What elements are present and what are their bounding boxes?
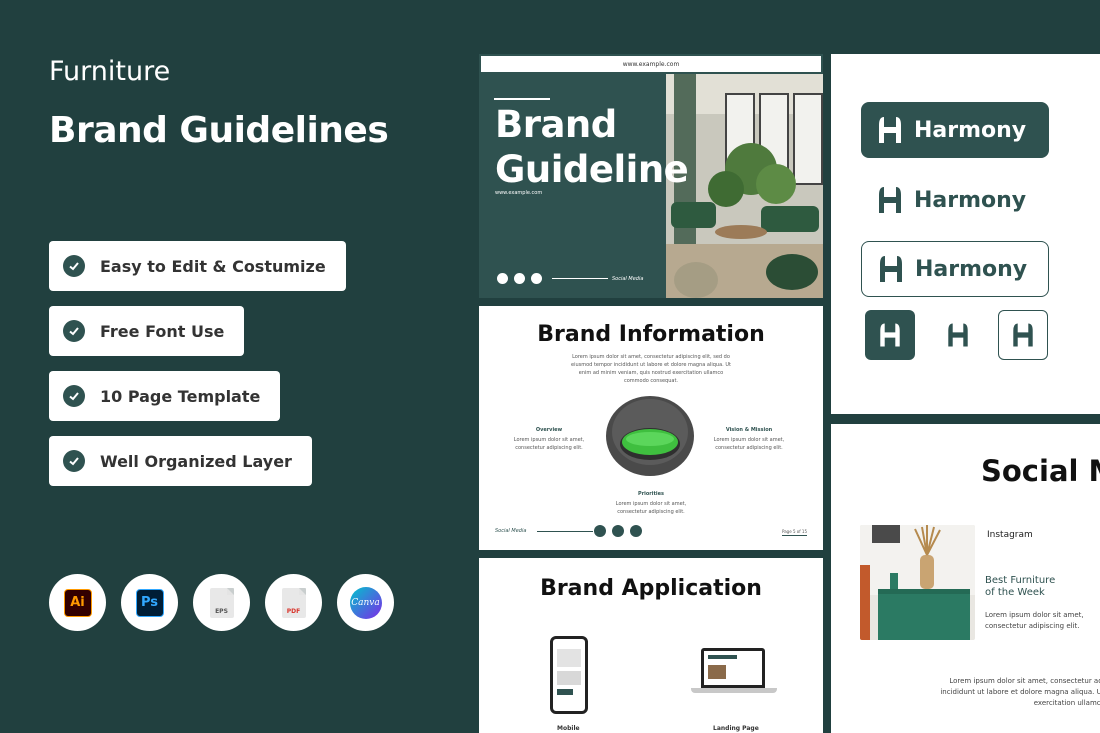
harmony-mark-icon	[879, 187, 901, 213]
photoshop-label: Ps	[135, 588, 164, 617]
landing-caption: Landing Page	[713, 725, 759, 732]
intro-text: Lorem ipsum dolor sit amet, consectetur …	[571, 354, 731, 384]
body-text: Lorem ipsum dolor sit amet, consectetur …	[931, 676, 1100, 709]
illustrator-icon: Ai	[49, 574, 106, 631]
feature-item: Free Font Use	[49, 306, 245, 356]
instagram-icon	[531, 273, 542, 284]
vision-heading: Vision & Mission	[725, 427, 773, 433]
post-heading-line2: of the Week	[985, 587, 1045, 598]
priorities-text: Lorem ipsum dolor sit amet, consectetur …	[615, 501, 687, 515]
feature-item: Easy to Edit & Costumize	[49, 241, 346, 291]
logo-outlined: Harmony	[861, 241, 1049, 297]
slide-brand-information: Brand Information Lorem ipsum dolor sit …	[479, 306, 823, 550]
logo-plain: Harmony	[873, 178, 1026, 222]
post-description-line2: consectetur adipiscing elit.	[985, 622, 1080, 630]
slide-brand-application: Brand Application Mobile Landing Page	[479, 558, 823, 733]
priorities-block: Priorities Lorem ipsum dolor sit amet, c…	[609, 490, 693, 516]
harmony-mark-icon	[879, 117, 901, 143]
slide-title: Brand Application	[540, 576, 762, 601]
platform-label: Instagram	[987, 530, 1033, 540]
slide-title: Social M	[981, 454, 1100, 488]
laptop-base	[691, 688, 777, 693]
harmony-mark-icon	[880, 256, 902, 282]
page-kicker: Furniture	[49, 56, 171, 87]
canva-icon: Canva	[337, 574, 394, 631]
footer-social-label: Social Media	[495, 528, 527, 534]
url-bar: www.example.com	[479, 54, 823, 74]
vision-text: Lorem ipsum dolor sit amet, consectetur …	[713, 437, 785, 451]
phone-mockup	[550, 636, 588, 714]
mark-plain	[933, 310, 983, 360]
body-text-line3: exercitation ullamco c	[1033, 699, 1100, 707]
vision-block: Vision & Mission Lorem ipsum dolor sit a…	[707, 426, 791, 452]
post-description: Lorem ipsum dolor sit amet, consectetur …	[985, 610, 1084, 632]
feature-label: Well Organized Layer	[100, 451, 292, 471]
harmony-mark-icon	[880, 323, 900, 347]
feature-label: 10 Page Template	[100, 386, 261, 406]
linkedin-icon	[612, 525, 624, 537]
overview-heading: Overview	[535, 427, 563, 433]
chair-image	[606, 396, 694, 476]
check-icon	[63, 320, 85, 342]
facebook-icon	[497, 273, 508, 284]
post-description-line1: Lorem ipsum dolor sit amet,	[985, 611, 1084, 619]
social-label: Social Media	[612, 275, 644, 282]
mark-filled	[865, 310, 915, 360]
slide-title: Brand Information	[537, 322, 765, 347]
instagram-icon	[630, 525, 642, 537]
eps-file-icon: EPS	[193, 574, 250, 631]
logo-wordmark: Harmony	[915, 256, 1028, 282]
page-number: Page 5 of 15	[782, 529, 807, 536]
overview-text: Lorem ipsum dolor sit amet, consectetur …	[513, 437, 585, 451]
footer-social-icons	[594, 525, 648, 537]
facebook-icon	[594, 525, 606, 537]
pdf-label: PDF	[281, 587, 306, 618]
living-room-photo	[666, 74, 823, 298]
app-icon-row: Ai Ps EPS PDF Canva	[49, 574, 409, 631]
harmony-mark-icon	[1013, 323, 1033, 347]
feature-item: 10 Page Template	[49, 371, 281, 421]
feature-list: Easy to Edit & Costumize Free Font Use 1…	[49, 241, 346, 501]
logo-filled: Harmony	[861, 102, 1049, 158]
check-icon	[63, 450, 85, 472]
title-rule	[494, 98, 550, 100]
canva-label: Canva	[349, 586, 382, 619]
overview-block: Overview Lorem ipsum dolor sit amet, con…	[507, 426, 591, 452]
check-icon	[63, 385, 85, 407]
mark-outlined	[998, 310, 1048, 360]
mobile-caption: Mobile	[557, 725, 580, 732]
social-row: Social Media	[497, 273, 643, 284]
photoshop-icon: Ps	[121, 574, 178, 631]
social-divider	[552, 278, 608, 279]
cover-title-line2: Guideline	[495, 148, 689, 191]
footer-divider	[537, 531, 593, 532]
cabinet-photo	[860, 525, 975, 640]
logo-wordmark: Harmony	[914, 187, 1027, 213]
eps-label: EPS	[209, 587, 234, 618]
post-heading-line1: Best Furniture	[985, 575, 1056, 586]
illustrator-label: Ai	[63, 588, 92, 617]
harmony-mark-icon	[948, 323, 968, 347]
logo-wordmark: Harmony	[914, 117, 1027, 143]
slide-social-media: Social M Instagram Best Furniture of the…	[831, 424, 1100, 733]
laptop-mockup	[701, 648, 765, 688]
cover-title: Brand Guideline	[495, 102, 689, 192]
feature-label: Free Font Use	[100, 321, 225, 341]
pdf-file-icon: PDF	[265, 574, 322, 631]
page-title: Brand Guidelines	[49, 110, 389, 151]
check-icon	[63, 255, 85, 277]
linkedin-icon	[514, 273, 525, 284]
cover-title-line1: Brand	[495, 103, 617, 146]
feature-item: Well Organized Layer	[49, 436, 312, 486]
feature-label: Easy to Edit & Costumize	[100, 256, 326, 276]
slide-cover: www.example.com Brand Guideline www.exam…	[479, 54, 823, 298]
priorities-heading: Priorities	[638, 491, 664, 497]
body-text-line2: incididunt ut labore et dolore magna ali…	[940, 688, 1100, 696]
body-text-line1: Lorem ipsum dolor sit amet, consectetur …	[949, 677, 1100, 685]
slide-logo-variations: Harmony Harmony Harmony	[831, 54, 1100, 414]
cover-url: www.example.com	[495, 190, 543, 196]
post-heading: Best Furniture of the Week	[985, 575, 1055, 599]
